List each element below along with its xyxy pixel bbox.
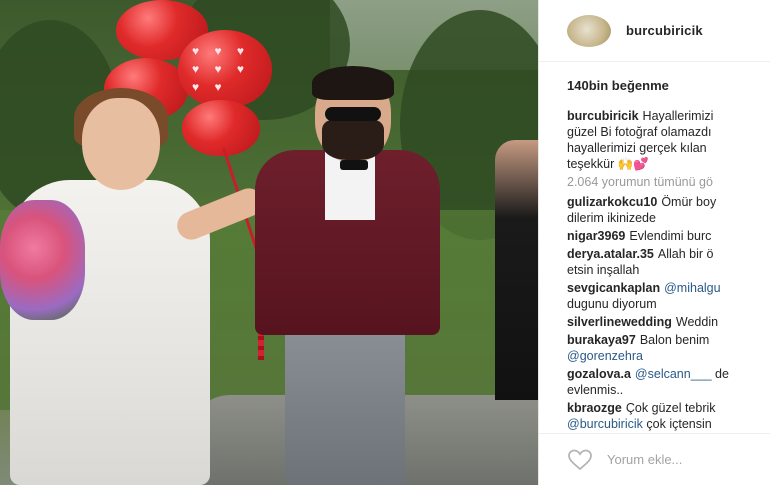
caption: burcubiricik Hayallerimizi güzel Bi fotoğ… (567, 108, 770, 172)
groom-beard (322, 120, 384, 160)
caption-text: hayallerimizi gerçek kılan (567, 141, 707, 155)
sunglasses (325, 107, 381, 121)
comment-input[interactable] (607, 452, 757, 467)
guest-figure (495, 140, 538, 400)
comment-text: evlenmis.. (567, 383, 624, 397)
avatar[interactable] (567, 14, 611, 47)
comment-text: dugunu diyorum (567, 297, 657, 311)
flower-bouquet (0, 200, 85, 320)
comment-username[interactable]: silverlinewedding (567, 315, 672, 329)
list-item: silverlinewedding Weddin (567, 314, 770, 330)
list-item: gulizarkokcu10 Ömür boy dilerim ikinizede (567, 194, 770, 226)
heart-balloon (178, 30, 272, 108)
list-item: burakaya97 Balon benim @gorenzehra (567, 332, 770, 364)
comment-bar (539, 433, 770, 485)
list-item: gozalova.a @selcann___ de evlenmis.. (567, 366, 770, 398)
comment-text: Weddin (675, 315, 719, 329)
comment-username[interactable]: kbraozge (567, 401, 622, 415)
view-all-comments-link[interactable]: 2.064 yorumun tümünü gö (567, 174, 770, 190)
post-header: burcubiricik (539, 0, 770, 62)
mention-link[interactable]: @mihalgu (664, 281, 720, 295)
comment-text: Ömür boy (661, 195, 717, 209)
comment-text: Allah bir ö (657, 247, 714, 261)
list-item: sevgicankaplan @mihalgu dugunu diyorum (567, 280, 770, 312)
comment-username[interactable]: derya.atalar.35 (567, 247, 654, 261)
post-photo[interactable] (0, 0, 538, 485)
caption-username[interactable]: burcubiricik (567, 109, 639, 123)
post-side-panel: burcubiricik 140bin beğenme burcubiricik… (538, 0, 770, 485)
comment-username[interactable]: burakaya97 (567, 333, 636, 347)
mention-link[interactable]: @selcann___ (635, 367, 712, 381)
comment-text: dilerim ikinizede (567, 211, 656, 225)
comment-text: etsin inşallah (567, 263, 640, 277)
bowtie (340, 160, 368, 170)
caption-text: güzel Bi fotoğraf olamazdı (567, 125, 712, 139)
header-username[interactable]: burcubiricik (626, 23, 703, 38)
mention-link[interactable]: @burcubiricik (567, 417, 643, 431)
comment-list: burcubiricik Hayallerimizi güzel Bi fotoğ… (567, 108, 770, 434)
groom-trousers (285, 330, 405, 485)
instagram-post: burcubiricik 140bin beğenme burcubiricik… (0, 0, 770, 485)
comment-text: de (715, 367, 729, 381)
like-count[interactable]: 140bin beğenme (567, 78, 669, 93)
list-item: kbraozge Çok güzel tebrik @burcubiricik ç… (567, 400, 770, 432)
comment-username[interactable]: nigar3969 (567, 229, 625, 243)
comment-username[interactable]: gozalova.a (567, 367, 631, 381)
caption-text: Hayallerimizi (642, 109, 714, 123)
comment-username[interactable]: gulizarkokcu10 (567, 195, 657, 209)
comment-text: çok içtensin (646, 417, 712, 431)
comment-text: Evlendimi burc (629, 229, 712, 243)
bride-face (82, 98, 160, 190)
list-item: nigar3969 Evlendimi burc (567, 228, 770, 244)
comment-username[interactable]: sevgicankaplan (567, 281, 660, 295)
list-item: derya.atalar.35 Allah bir ö etsin inşalla… (567, 246, 770, 278)
caption-text: teşekkür 🙌💕 (567, 157, 649, 171)
groom-hair (312, 66, 394, 100)
mention-link[interactable]: @gorenzehra (567, 348, 770, 364)
comment-text: Balon benim (639, 333, 710, 347)
heart-icon[interactable] (567, 449, 593, 471)
comment-text: Çok güzel tebrik (625, 401, 716, 415)
